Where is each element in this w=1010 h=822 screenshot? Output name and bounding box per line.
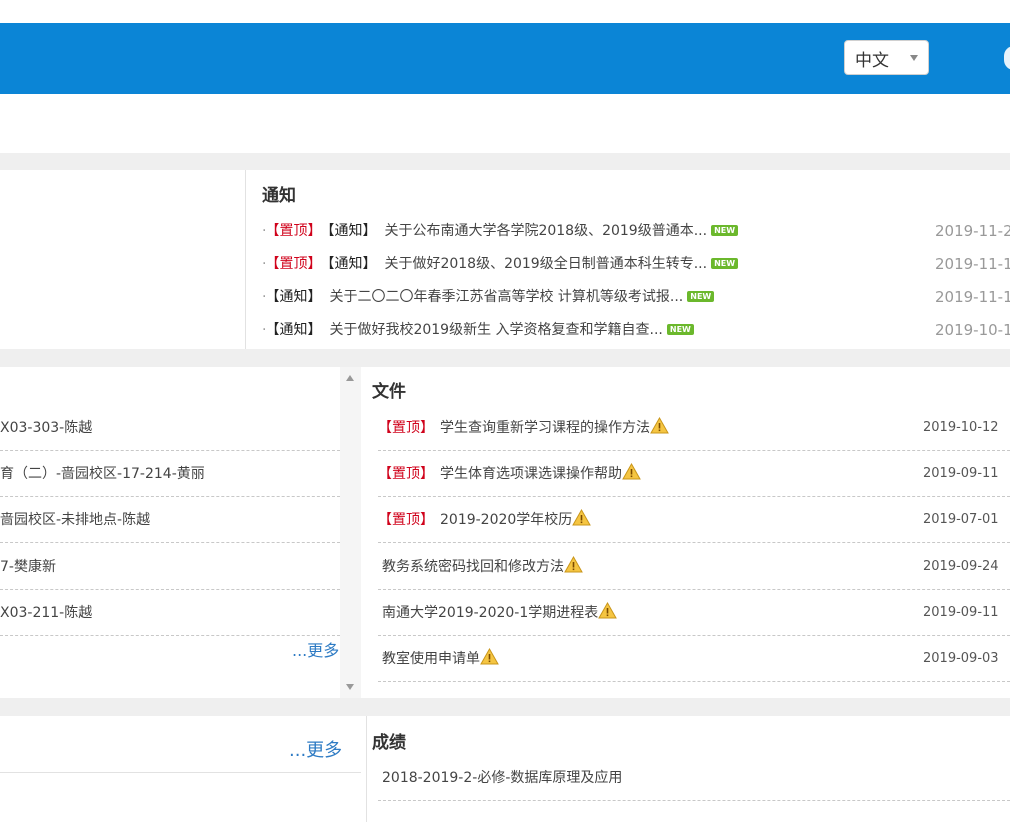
new-badge: NEW [687,291,715,302]
notice-tag: 【通知】 [327,223,377,239]
notice-date: 2019-11-1 [935,255,1010,273]
file-item[interactable]: 【置顶】 学生查询重新学习课程的操作方法 2019-10-12 [378,405,1010,451]
file-item[interactable]: 南通大学2019-2020-1学期进程表 2019-09-11 [378,590,1010,636]
bullet-icon: · [262,322,267,338]
pinned-tag: 【置顶】 [272,256,322,272]
warning-icon [622,463,641,480]
section-divider [0,349,1010,367]
notice-item[interactable]: · 【通知】 关于二〇二〇年春季江苏省高等学校 计算机等级考试报... NEW 201… [262,286,1010,308]
notice-tag: 【通知】 [272,289,322,305]
notice-link[interactable]: 关于二〇二〇年春季江苏省高等学校 计算机等级考试报... [329,289,683,305]
list-item[interactable]: 啬园校区-未排地点-陈越 [0,497,340,543]
file-link[interactable]: 教室使用申请单 [382,651,480,667]
file-item[interactable]: 【置顶】 学生体育选项课选课操作帮助 2019-09-11 [378,451,1010,497]
notice-link[interactable]: 关于公布南通大学各学院2018级、2019级普通本... [384,223,707,239]
list-item[interactable]: 7-樊康新 [0,544,340,590]
file-date: 2019-09-03 [923,651,999,666]
notice-item[interactable]: · 【置顶】 【通知】 关于公布南通大学各学院2018级、2019级普通本... NEW… [262,220,1010,242]
warning-icon [650,417,669,434]
scrollbar[interactable] [340,367,361,698]
pinned-tag: 【置顶】 [378,420,434,436]
warning-icon [564,556,583,573]
file-link[interactable]: 学生体育选项课选课操作帮助 [440,466,622,482]
notice-item[interactable]: · 【置顶】 【通知】 关于做好2018级、2019级全日制普通本科生转专... NEW… [262,253,1010,275]
file-link[interactable]: 教务系统密码找回和修改方法 [382,559,564,575]
panel-header-divider [0,772,361,773]
bullet-icon: · [262,223,267,239]
notice-tag: 【通知】 [272,322,322,338]
files-title: 文件 [372,382,406,402]
file-date: 2019-09-24 [923,559,999,574]
more-link[interactable]: ...更多 [292,637,339,661]
file-date: 2019-10-12 [923,420,999,435]
score-item[interactable]: 2018-2019-2-必修-数据库原理及应用 [378,755,1010,801]
bullet-icon: · [262,289,267,305]
chevron-down-icon [910,55,918,61]
new-badge: NEW [711,258,739,269]
notice-date: 2019-11-1 [935,288,1010,306]
pinned-tag: 【置顶】 [378,512,434,528]
file-link[interactable]: 2019-2020学年校历 [440,512,572,528]
notice-date: 2019-11-2 [935,222,1010,240]
notice-tag: 【通知】 [327,256,377,272]
new-badge: NEW [711,225,739,236]
notice-date: 2019-10-1 [935,321,1010,339]
notice-item[interactable]: · 【通知】 关于做好我校2019级新生 入学资格复查和学籍自查... NEW 201… [262,319,1010,341]
file-item[interactable]: 教室使用申请单 2019-09-03 [378,636,1010,682]
left-top-panel [0,170,245,349]
file-item[interactable]: 教务系统密码找回和修改方法 2019-09-24 [378,544,1010,590]
pinned-tag: 【置顶】 [272,223,322,239]
file-link[interactable]: 南通大学2019-2020-1学期进程表 [382,605,598,621]
notice-link[interactable]: 关于做好我校2019级新生 入学资格复查和学籍自查... [329,322,662,338]
warning-icon [480,648,499,665]
more-link[interactable]: ...更多 [289,736,342,762]
notice-link[interactable]: 关于做好2018级、2019级全日制普通本科生转专... [384,256,707,272]
list-item[interactable]: X03-211-陈越 [0,590,340,636]
notice-title: 通知 [262,186,296,206]
warning-icon [572,509,592,526]
file-date: 2019-07-01 [923,512,999,527]
pinned-tag: 【置顶】 [378,466,434,482]
list-item[interactable]: 育（二）-啬园校区-17-214-黄丽 [0,451,340,497]
list-item[interactable]: X03-303-陈越 [0,405,340,451]
file-date: 2019-09-11 [923,605,999,620]
section-divider [0,698,1010,716]
score-link[interactable]: 2018-2019-2-必修-数据库原理及应用 [382,770,622,786]
language-select-value: 中文 [855,51,889,71]
left-list-panel: X03-303-陈越 育（二）-啬园校区-17-214-黄丽 啬园校区-未排地点… [0,367,340,698]
scroll-down-icon[interactable] [346,684,354,690]
language-select[interactable]: 中文 [844,40,929,75]
scores-title: 成绩 [372,733,406,753]
warning-icon [598,602,618,619]
file-item[interactable]: 【置顶】 2019-2020学年校历 2019-07-01 [378,497,1010,543]
file-date: 2019-09-11 [923,466,999,481]
file-link[interactable]: 学生查询重新学习课程的操作方法 [440,420,650,436]
lower-left-panel: ...更多 [0,716,361,822]
new-badge: NEW [666,324,694,335]
scroll-up-icon[interactable] [346,375,354,381]
section-divider [0,153,1010,170]
bullet-icon: · [262,256,267,272]
